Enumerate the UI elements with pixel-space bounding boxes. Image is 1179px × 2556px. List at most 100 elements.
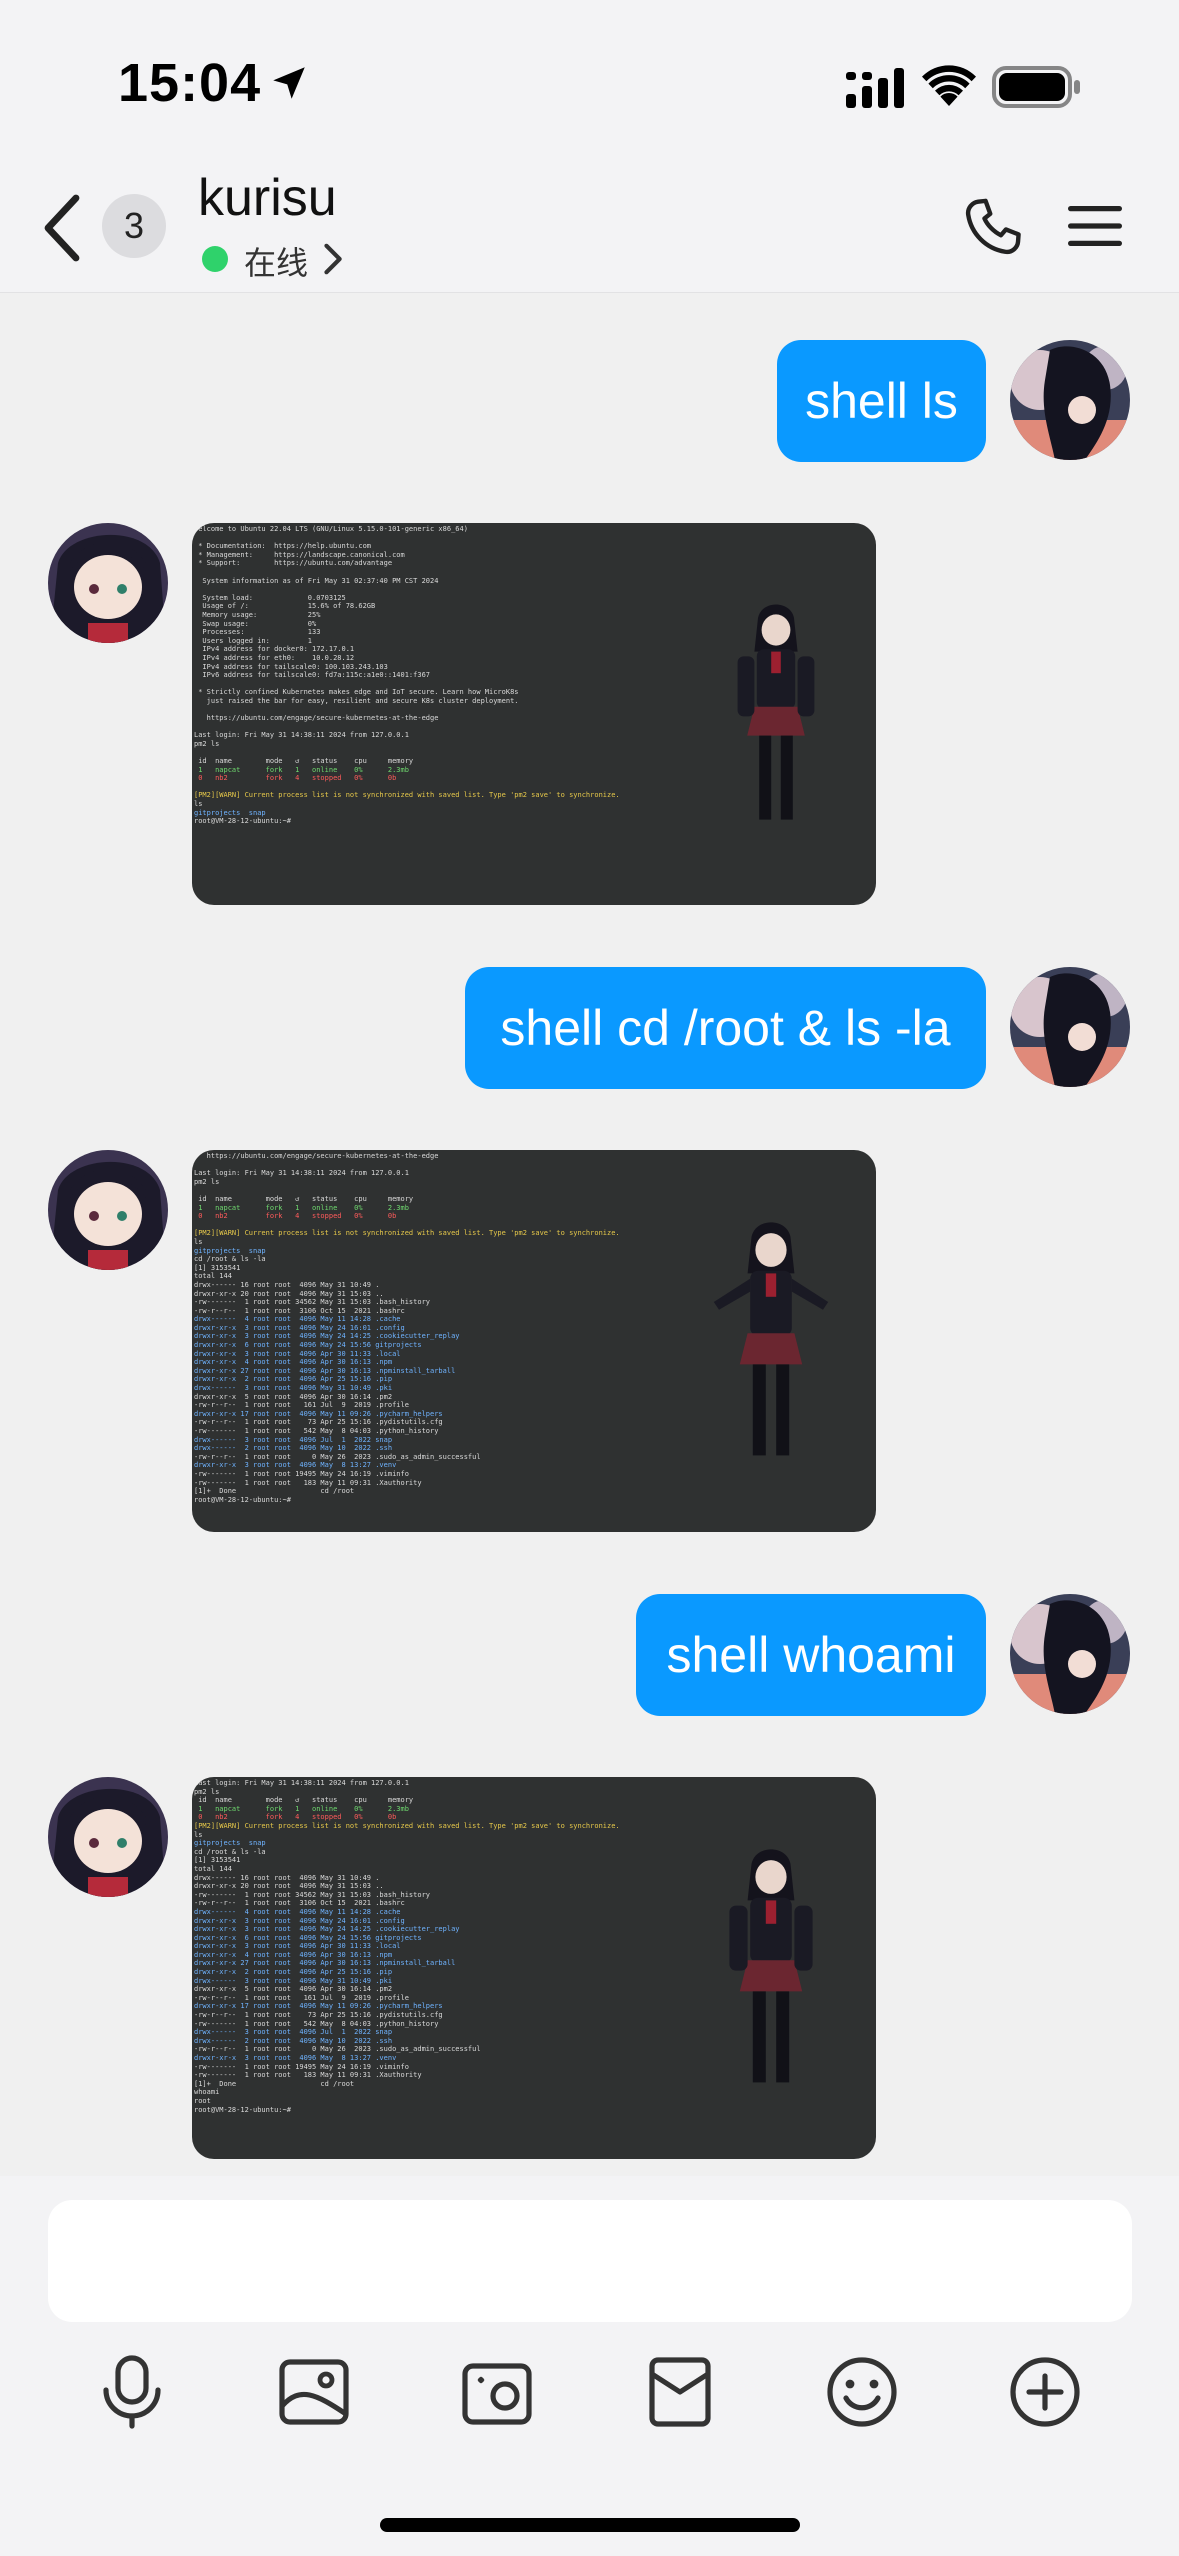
phone-icon[interactable]: [960, 194, 1026, 260]
microphone-icon[interactable]: [94, 2354, 170, 2430]
terminal-line: Usage of /: 15.6% of 78.62GB: [194, 602, 376, 611]
terminal-line: * Management: https://landscape.canonica…: [194, 550, 405, 559]
avatar-image: [1010, 1594, 1130, 1714]
terminal-line: cd /root & ls -la: [194, 1255, 266, 1264]
terminal-screenshot-image[interactable]: https://ubuntu.com/engage/secure-kuberne…: [192, 1150, 876, 1532]
terminal-line: -rw------- 1 root root 19495 May 24 16:1…: [194, 1469, 409, 1478]
terminal-line: -rw------- 1 root root 183 May 11 09:31 …: [194, 2071, 422, 2080]
my-avatar[interactable]: [1010, 340, 1130, 460]
terminal-line: gitprojects snap: [194, 1246, 266, 1255]
terminal-line: ls: [194, 1830, 203, 1839]
terminal-line: drwx------ 16 root root 4096 May 31 10:4…: [194, 1280, 380, 1289]
terminal-line: 0 nb2 fork 4 stopped 0% 0b: [194, 1212, 397, 1221]
contact-avatar[interactable]: [48, 1150, 168, 1270]
menu-icon[interactable]: [1068, 202, 1122, 250]
message-bubble-outgoing[interactable]: shell cd /root & ls -la: [465, 967, 986, 1089]
terminal-line: drwxr-xr-x 27 root root 4096 Apr 30 16:1…: [194, 1366, 456, 1375]
location-arrow-icon: [273, 67, 305, 99]
terminal-line: -rw-r--r-- 1 root root 161 Jul 9 2019 .p…: [194, 1401, 409, 1410]
plus-icon[interactable]: [1007, 2354, 1083, 2430]
avatar-image: [1010, 340, 1130, 460]
status-time: 15:04: [118, 53, 262, 113]
message-list[interactable]: shell ls Welcome to Ubuntu 22.04 LTS (GN…: [0, 293, 1179, 2173]
terminal-screenshot-image[interactable]: Last login: Fri May 31 14:38:11 2024 fro…: [192, 1777, 876, 2159]
terminal-line: drwxr-xr-x 2 root root 4096 Apr 25 15:16…: [194, 1968, 393, 1977]
terminal-line: drwxr-xr-x 4 root root 4096 Apr 30 16:13…: [194, 1358, 393, 1367]
status-bar: 15:04: [0, 0, 1179, 160]
red-packet-icon[interactable]: [642, 2354, 718, 2430]
terminal-line: System information as of Fri May 31 02:3…: [194, 576, 439, 585]
terminal-line: [1]+ Done cd /root: [194, 2079, 355, 2088]
contact-name[interactable]: kurisu: [198, 168, 337, 228]
terminal-line: drwxr-xr-x 2 root root 4096 Apr 25 15:16…: [194, 1375, 393, 1384]
terminal-line: id name mode ↺ status cpu memory: [194, 757, 414, 766]
terminal-line: https://ubuntu.com/engage/secure-kuberne…: [194, 714, 439, 723]
terminal-line: ls: [194, 1237, 203, 1246]
terminal-line: -rw------- 1 root root 183 May 11 09:31 …: [194, 1478, 422, 1487]
terminal-line: -rw------- 1 root root 34562 May 31 15:0…: [194, 1298, 431, 1307]
terminal-line: drwxr-xr-x 3 root root 4096 May 8 13:27 …: [194, 2054, 397, 2062]
terminal-line: System load: 0.0703125: [194, 593, 346, 602]
battery-icon: [992, 66, 1080, 108]
terminal-line: drwxr-xr-x 17 root root 4096 May 11 09:2…: [194, 1409, 443, 1418]
terminal-line: -rw-r--r-- 1 root root 73 Apr 25 15:16 .…: [194, 2011, 443, 2020]
back-chevron-icon[interactable]: [40, 194, 84, 262]
terminal-line: Last login: Fri May 31 14:38:11 2024 fro…: [194, 1779, 409, 1787]
terminal-line: drwxr-xr-x 20 root root 4096 May 31 15:0…: [194, 1882, 384, 1891]
unread-count-badge[interactable]: 3: [102, 194, 166, 258]
my-avatar[interactable]: [1010, 1594, 1130, 1714]
terminal-line: [PM2][WARN] Current process list is not …: [194, 1821, 620, 1830]
contact-avatar[interactable]: [48, 1777, 168, 1897]
message-bubble-outgoing[interactable]: shell whoami: [636, 1594, 986, 1716]
terminal-line: gitprojects snap: [194, 808, 266, 817]
emoji-icon[interactable]: [824, 2354, 900, 2430]
terminal-line: just raised the bar for easy, resilient …: [194, 696, 519, 705]
contact-avatar[interactable]: [48, 523, 168, 643]
terminal-line: IPv4 address for tailscale0: 100.103.243…: [194, 662, 388, 671]
terminal-line: pm2 ls: [194, 1177, 220, 1186]
terminal-line: [1] 3153541: [194, 1856, 241, 1865]
terminal-line: drwxr-xr-x 6 root root 4096 May 24 15:56…: [194, 1341, 422, 1350]
terminal-line: 1 napcat fork 1 online 0% 2.3mb: [194, 1203, 409, 1212]
terminal-line: * Strictly confined Kubernetes makes edg…: [194, 688, 519, 697]
terminal-line: [PM2][WARN] Current process list is not …: [194, 791, 620, 800]
terminal-line: root@VM-28-12-ubuntu:~#: [194, 2105, 296, 2114]
terminal-line: https://ubuntu.com/engage/secure-kuberne…: [194, 1152, 439, 1160]
terminal-line: IPv4 address for docker0: 172.17.0.1: [194, 645, 355, 654]
terminal-line: Memory usage: 25%: [194, 610, 321, 619]
terminal-line: drwxr-xr-x 3 root root 4096 Apr 30 11:33…: [194, 1942, 401, 1951]
image-icon[interactable]: [276, 2354, 352, 2430]
terminal-screenshot-image[interactable]: Welcome to Ubuntu 22.04 LTS (GNU/Linux 5…: [192, 523, 876, 905]
terminal-line: drwxr-xr-x 20 root root 4096 May 31 15:0…: [194, 1289, 384, 1298]
terminal-line: -rw-r--r-- 1 root root 3106 Oct 15 2021 …: [194, 1899, 405, 1908]
terminal-line: total 144: [194, 1864, 232, 1873]
terminal-line: -rw-r--r-- 1 root root 73 Apr 25 15:16 .…: [194, 1418, 443, 1427]
terminal-line: Users logged in: 1: [194, 636, 313, 645]
online-status-dot: [202, 246, 228, 272]
terminal-line: drwx------ 2 root root 4096 May 10 2022 …: [194, 1444, 393, 1453]
terminal-line: ls: [194, 800, 203, 808]
terminal-line: -rw------- 1 root root 34562 May 31 15:0…: [194, 1890, 431, 1899]
terminal-line: -rw-r--r-- 1 root root 0 May 26 2023 .su…: [194, 2045, 481, 2054]
my-avatar[interactable]: [1010, 967, 1130, 1087]
terminal-line: drwxr-xr-x 3 root root 4096 Apr 30 11:33…: [194, 1349, 401, 1358]
terminal-line: -rw------- 1 root root 19495 May 24 16:1…: [194, 2062, 409, 2071]
terminal-line: drwx------ 2 root root 4096 May 10 2022 …: [194, 2036, 393, 2045]
message-input[interactable]: [48, 2200, 1132, 2322]
terminal-line: -rw------- 1 root root 542 May 8 04:03 .…: [194, 1427, 439, 1435]
terminal-line: root: [194, 2096, 211, 2105]
terminal-output: https://ubuntu.com/engage/secure-kuberne…: [192, 1150, 734, 1532]
terminal-line: root@VM-28-12-ubuntu:~#: [194, 817, 296, 826]
terminal-line: -rw------- 1 root root 542 May 8 04:03 .…: [194, 2019, 439, 2028]
terminal-line: drwx------ 3 root root 4096 May 31 10:49…: [194, 1384, 393, 1393]
online-status-text[interactable]: 在线: [244, 238, 308, 284]
terminal-line: cd /root & ls -la: [194, 1847, 266, 1856]
avatar-image: [48, 1150, 168, 1270]
terminal-line: drwxr-xr-x 3 root root 4096 May 24 16:01…: [194, 1323, 405, 1332]
message-bubble-outgoing[interactable]: shell ls: [777, 340, 986, 462]
terminal-line: drwx------ 3 root root 4096 Jul 1 2022 s…: [194, 2028, 393, 2037]
camera-icon[interactable]: [459, 2354, 535, 2430]
home-indicator[interactable]: [380, 2518, 800, 2532]
terminal-line: 0 nb2 fork 4 stopped 0% 0b: [194, 1813, 397, 1822]
chevron-right-icon[interactable]: [322, 242, 346, 276]
